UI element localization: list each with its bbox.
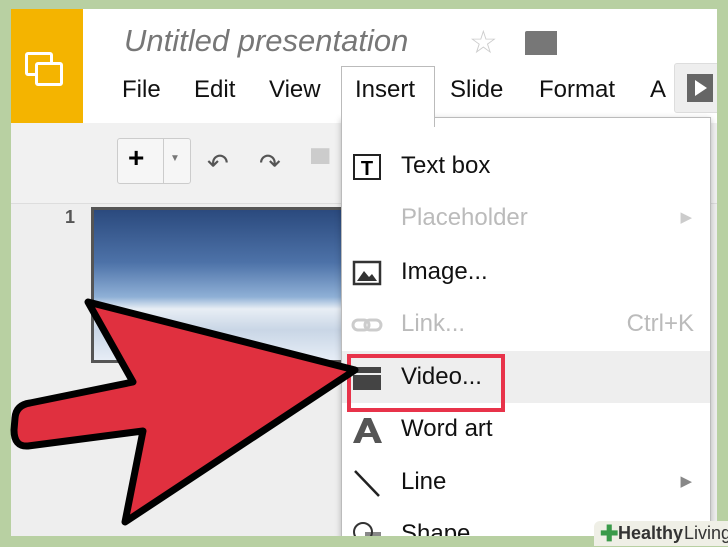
watermark-brand: Healthy: [618, 523, 684, 543]
red-arrow-annotation: [10, 298, 359, 526]
plus-leaf-icon: ✚: [600, 521, 619, 546]
arrow-shape: [10, 298, 359, 526]
watermark-suffix: Living: [684, 523, 728, 543]
watermark: ✚ Healthy Living: [594, 521, 728, 546]
